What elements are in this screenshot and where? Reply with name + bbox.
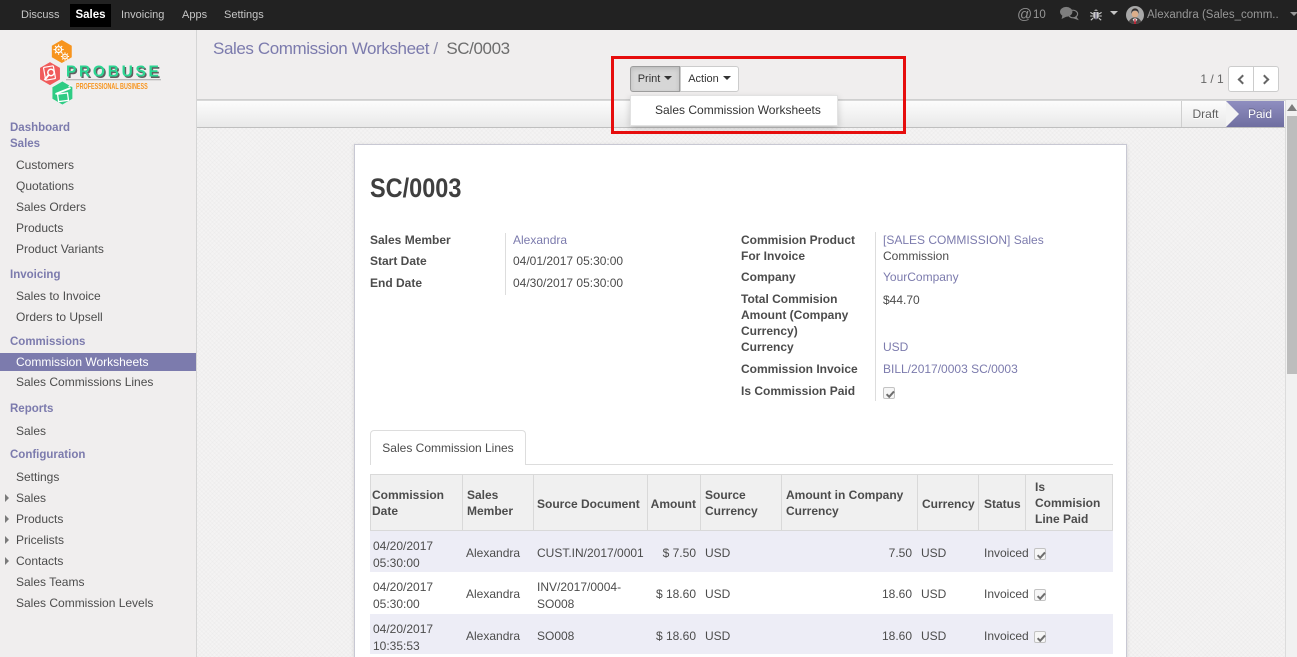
svg-text:PROBUSE: PROBUSE [66, 64, 162, 81]
svg-text:PROFESSIONAL BUSINESS: PROFESSIONAL BUSINESS [76, 83, 148, 91]
